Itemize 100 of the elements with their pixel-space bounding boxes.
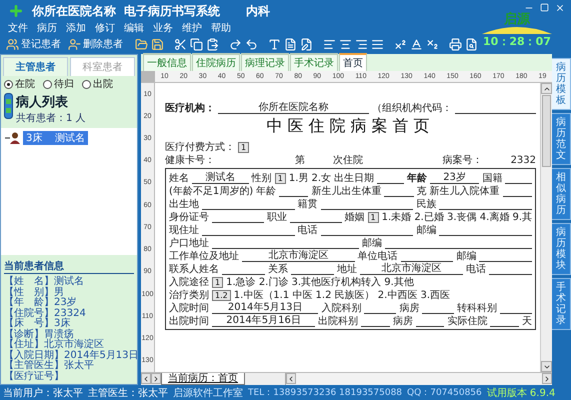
form-label: 关系 (268, 264, 288, 275)
subscript-icon[interactable] (426, 38, 439, 50)
horizontal-scrollbar[interactable] (285, 373, 552, 385)
fill-in-line[interactable]: 北京市海淀区 (242, 250, 355, 262)
list-icon (4, 93, 13, 119)
toolbar-button[interactable]: 登记患者 (4, 35, 63, 53)
radio-button[interactable] (43, 80, 52, 89)
patient-info-line: 【诊断】胃溃疡 (4, 330, 74, 340)
list-title: 病人列表 (16, 94, 69, 111)
code-field[interactable]: 1 (238, 142, 250, 153)
form-label: 职业 (266, 212, 287, 223)
tab[interactable]: 一般信息 (143, 53, 191, 71)
next-icon[interactable] (152, 374, 160, 382)
menu-item[interactable]: 添加 (66, 21, 86, 35)
form-label: 健康卡号： (165, 155, 215, 166)
tab[interactable]: 科室患者 (70, 57, 135, 76)
fill-in-line[interactable]: 2014年5月16日 (212, 315, 316, 327)
redo-icon[interactable] (229, 38, 242, 50)
code-field[interactable]: 1 (368, 212, 379, 223)
status-text: TEL：13893573236 18193575088 (248, 387, 402, 399)
form-label: 1.男 2.女 (288, 173, 332, 184)
window-title: 电子病历书写系统 (124, 2, 220, 20)
patient-item[interactable]: 3床 测试名 (23, 131, 88, 145)
form-label: 国籍 (482, 173, 502, 184)
menu-item[interactable]: 文件 (8, 21, 28, 35)
toolbar-button[interactable]: 删除患者 (66, 35, 125, 53)
form-label: 现住址 (169, 225, 199, 236)
patient-count: 共有患者：1 人 (16, 112, 86, 125)
radio-button[interactable] (82, 80, 91, 89)
font-icon[interactable] (410, 38, 423, 50)
side-tab[interactable]: 手术记录 (552, 278, 571, 330)
save-icon[interactable] (151, 38, 164, 50)
form-label: 入院科别 (321, 303, 362, 314)
copy-icon[interactable] (190, 38, 203, 50)
scrollbar[interactable] (540, 83, 552, 372)
sheet-tab[interactable]: 当前病历：首页 (161, 373, 245, 385)
cut-icon[interactable] (174, 38, 187, 50)
form-label: 病房 (399, 303, 420, 314)
form-label: 新生儿入院体重 (430, 186, 500, 197)
fill-in-line[interactable]: 2014年5月13日 (212, 302, 318, 314)
patient-info-line: 【性 别】男 (4, 288, 65, 298)
fill-in-line[interactable]: 23岁 (430, 172, 480, 184)
align-justify-icon[interactable] (371, 38, 384, 50)
superscript-icon[interactable] (394, 38, 407, 50)
fill-in-line[interactable]: 北京市海淀区 (360, 263, 463, 275)
menu-item[interactable]: 业务 (153, 21, 173, 35)
maximize-icon[interactable] (540, 3, 549, 12)
code-field[interactable]: 1 (274, 173, 286, 184)
print-icon[interactable] (449, 38, 462, 50)
form-label: 次住院 (332, 155, 363, 166)
edit-document-icon[interactable] (300, 38, 313, 50)
folder-icon[interactable] (135, 38, 148, 50)
tab[interactable]: 住院病历 (192, 53, 240, 71)
scroll-right-icon[interactable] (543, 374, 551, 382)
menu-item[interactable]: 修订 (95, 21, 115, 35)
paste-icon[interactable] (206, 38, 219, 50)
form-label: 医疗机构： (165, 103, 215, 114)
form-label: 转科科别 (457, 303, 498, 314)
scroll-left-icon[interactable] (287, 374, 295, 382)
scroll-thumb[interactable] (542, 95, 551, 167)
menu-item[interactable]: 编辑 (124, 21, 144, 35)
menu-item[interactable]: 维护 (182, 21, 202, 35)
tab[interactable]: 首页 (339, 53, 367, 71)
logo: 启源 (504, 13, 530, 26)
previous-icon[interactable] (142, 374, 150, 382)
form-label: 地址 (337, 264, 357, 275)
preview-icon[interactable] (465, 38, 478, 50)
menu-item[interactable]: 帮助 (211, 21, 231, 35)
align-right-icon[interactable] (355, 38, 368, 50)
form-label: 户口地址 (169, 238, 209, 249)
form-label: 入院时间 (169, 303, 209, 314)
code-field[interactable]: 1.2 (212, 290, 231, 301)
radio-label: 出院 (93, 79, 113, 90)
side-tab[interactable]: 病历范文 (552, 113, 571, 165)
close-icon[interactable] (555, 3, 565, 13)
fill-in-line[interactable]: 测试名 (192, 172, 249, 184)
align-center-icon[interactable] (339, 38, 352, 50)
document-icon[interactable] (284, 38, 297, 50)
side-tab[interactable]: 相似病历 (552, 168, 571, 220)
side-tab[interactable]: 病历模板 (552, 58, 571, 110)
text-icon[interactable] (268, 38, 281, 50)
fill-in-line[interactable]: 你所在医院名称 (218, 102, 369, 114)
tab[interactable]: 主管患者 (3, 57, 68, 76)
status-text: 试用版本 6.9.4 (486, 386, 556, 400)
code-field[interactable]: 1 (212, 277, 224, 288)
radio-button[interactable] (4, 80, 13, 89)
fill-in-line[interactable] (416, 326, 444, 327)
users-icon (6, 38, 19, 50)
tab[interactable]: 病理记录 (241, 53, 289, 71)
status-text: QQ：707450856 (407, 387, 482, 399)
side-tab[interactable]: 病历模块 (552, 223, 571, 275)
undo-icon[interactable] (245, 38, 258, 50)
fill-in-line[interactable] (502, 196, 532, 197)
patient-info-line: 【住院号】23324 (4, 308, 87, 318)
document-title: 中医住院病案首页 (266, 116, 436, 137)
radio-label: 在院 (15, 79, 35, 90)
menu-item[interactable]: 病历 (37, 21, 57, 35)
tab[interactable]: 手术记录 (290, 53, 338, 71)
align-left-icon[interactable] (323, 38, 336, 50)
form-label: 1.急诊 2.门诊 3.其他医疗机构转入 9.其他 (226, 277, 414, 288)
